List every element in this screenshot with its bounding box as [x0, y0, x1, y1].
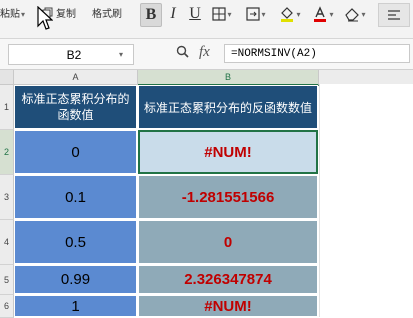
underline-label: U: [189, 5, 201, 22]
chevron-down-icon: ▾: [296, 9, 301, 19]
cell-value: 0.5: [65, 233, 86, 251]
cell-b4[interactable]: 0: [138, 220, 318, 264]
copy-label: 复制: [56, 9, 76, 20]
fill-bucket-icon: [281, 7, 294, 22]
row-6-label: 6: [3, 301, 9, 311]
italic-button[interactable]: I: [166, 3, 180, 25]
chevron-down-icon: ▾: [227, 9, 232, 19]
row-header-5[interactable]: 5: [0, 265, 14, 295]
chevron-down-icon[interactable]: ▾: [119, 50, 133, 59]
insert-function-icon[interactable]: fx: [199, 44, 210, 61]
chevron-down-icon: ▾: [21, 10, 26, 19]
bold-label: B: [145, 6, 157, 23]
row-header-3[interactable]: 3: [0, 175, 14, 220]
cell-value: #NUM!: [204, 297, 252, 315]
cell-b3[interactable]: -1.281551566: [138, 175, 318, 219]
paste-label: 粘贴: [0, 9, 20, 20]
chevron-down-icon: ▾: [261, 9, 266, 19]
formula-bar: B2 ▾ fx =NORMSINV(A2): [0, 39, 413, 70]
chevron-down-icon: ▾: [361, 9, 366, 19]
borders-icon: [212, 7, 227, 21]
column-header-b[interactable]: B: [138, 70, 319, 86]
row-header-1[interactable]: 1: [0, 85, 14, 130]
fill-color-button[interactable]: ▾: [276, 3, 304, 25]
cell-b6[interactable]: #NUM!: [138, 295, 318, 317]
row-4-label: 4: [3, 237, 9, 247]
merge-cells-button[interactable]: ▾: [242, 3, 270, 25]
cell-a4[interactable]: 0.5: [14, 220, 137, 264]
clear-format-button[interactable]: ▾: [341, 3, 369, 25]
cell-a3[interactable]: 0.1: [14, 175, 137, 219]
column-b-label: B: [224, 72, 231, 82]
fx-label: fx: [199, 44, 210, 60]
row-1-label: 1: [3, 102, 9, 112]
column-a-label: A: [72, 72, 79, 82]
cell-a6[interactable]: 1: [14, 295, 137, 317]
cell-a2[interactable]: 0: [14, 130, 137, 174]
merge-cells-icon: [246, 7, 261, 21]
italic-label: I: [170, 5, 176, 22]
cell-a5[interactable]: 0.99: [14, 265, 137, 294]
spreadsheet-grid: A B 1 2 3 4 5 6 标准正态累积分布的函数值 标准正态累积分布的反函…: [0, 70, 413, 318]
row-header-4[interactable]: 4: [0, 220, 14, 265]
cell-b2-selected[interactable]: #NUM!: [138, 130, 318, 174]
underline-button[interactable]: U: [187, 3, 203, 25]
align-left-button[interactable]: [378, 3, 410, 27]
header-b-text: 标准正态累积分布的反函数数值: [143, 100, 312, 115]
header-a-text: 标准正态累积分布的函数值: [21, 92, 130, 122]
select-all-corner[interactable]: [0, 70, 14, 85]
cell-value: 0.99: [60, 271, 91, 288]
borders-button[interactable]: ▾: [208, 3, 236, 25]
font-color-button[interactable]: ▾: [309, 3, 337, 25]
name-box[interactable]: B2 ▾: [8, 44, 134, 65]
row-3-label: 3: [3, 192, 9, 202]
row-header-2[interactable]: 2: [0, 130, 14, 175]
cell-value: 1: [71, 297, 80, 315]
cell-value: 0: [223, 233, 233, 251]
cell-value: 0.1: [65, 188, 86, 206]
cell-value: #NUM!: [204, 143, 252, 161]
font-color-icon: [314, 6, 327, 22]
formula-text: =NORMSINV(A2): [231, 47, 317, 60]
bold-button[interactable]: B: [140, 3, 162, 27]
cell-value: 0: [71, 143, 80, 161]
ribbon-toolbar: 粘贴▾ 复制 格式刷 B I U ▾ ▾ ▾ ▾ ▾: [0, 0, 413, 39]
zoom-search-icon[interactable]: [176, 45, 189, 61]
row-5-label: 5: [3, 274, 9, 285]
row-2-label: 2: [3, 147, 9, 157]
cell-value: 2.326347874: [184, 271, 272, 288]
cell-value: -1.281551566: [181, 188, 275, 206]
align-left-icon: [388, 10, 400, 20]
eraser-icon: [345, 8, 360, 22]
empty-column-c[interactable]: [319, 84, 413, 317]
name-box-value: B2: [66, 47, 82, 62]
formula-input[interactable]: =NORMSINV(A2): [224, 44, 410, 63]
chevron-down-icon: ▾: [329, 9, 334, 19]
mouse-cursor-icon: [37, 6, 53, 30]
cell-b5[interactable]: 2.326347874: [138, 265, 318, 294]
cell-b1-header[interactable]: 标准正态累积分布的反函数数值: [138, 85, 318, 129]
format-painter-label: 格式刷: [92, 9, 122, 20]
paste-button[interactable]: 粘贴▾: [0, 5, 25, 20]
cell-a1-header[interactable]: 标准正态累积分布的函数值: [14, 85, 137, 129]
column-header-a[interactable]: A: [14, 70, 138, 85]
format-painter-button[interactable]: 格式刷: [92, 5, 122, 20]
row-header-6[interactable]: 6: [0, 295, 14, 318]
column-header-c[interactable]: [319, 70, 413, 85]
